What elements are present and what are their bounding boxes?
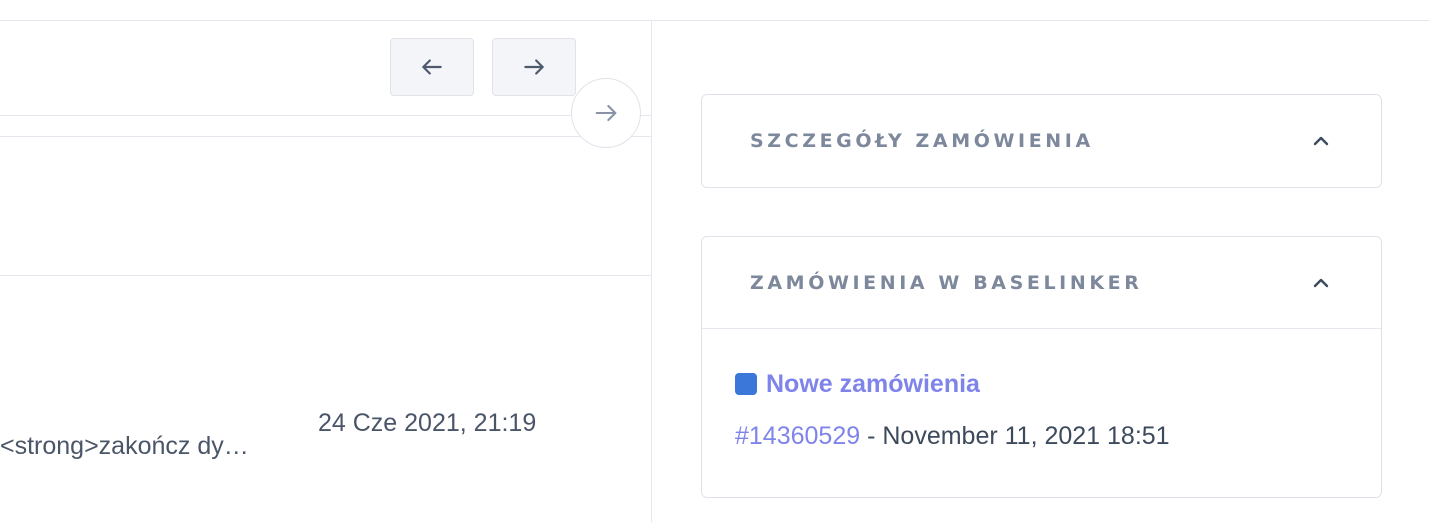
chevron-up-icon[interactable] <box>1311 134 1331 148</box>
order-status-link[interactable]: Nowe zamówienia <box>766 370 980 399</box>
chevron-up-icon[interactable] <box>1311 276 1331 290</box>
arrow-right-icon <box>595 104 617 122</box>
toolbar-bottom-border <box>0 115 651 116</box>
baselinker-orders-title: ZAMÓWIENIA W BASELINKER <box>750 271 1143 294</box>
next-button[interactable] <box>492 38 576 96</box>
baselinker-orders-header[interactable]: ZAMÓWIENIA W BASELINKER <box>702 237 1381 328</box>
table-header-bottom-border <box>0 275 651 276</box>
status-color-badge <box>735 373 757 395</box>
order-separator: - <box>860 422 883 450</box>
message-preview[interactable]: <strong>zakończ dy… <box>0 432 249 461</box>
table-header-top-border <box>0 136 651 137</box>
arrow-left-icon <box>422 59 442 75</box>
order-entry: #14360529 - November 11, 2021 18:51 <box>735 422 1348 451</box>
baselinker-orders-body: Nowe zamówienia #14360529 - November 11,… <box>702 328 1381 495</box>
order-details-header[interactable]: SZCZEGÓŁY ZAMÓWIENIA <box>702 95 1381 186</box>
baselinker-orders-card: ZAMÓWIENIA W BASELINKER Nowe zamówienia … <box>701 236 1382 498</box>
panel-divider <box>651 20 652 522</box>
order-date: November 11, 2021 18:51 <box>882 422 1170 450</box>
arrow-right-icon <box>524 59 544 75</box>
order-status-row: Nowe zamówienia <box>735 369 1348 399</box>
toggle-sidebar-button[interactable] <box>571 78 641 148</box>
order-details-card: SZCZEGÓŁY ZAMÓWIENIA <box>701 94 1382 188</box>
prev-button[interactable] <box>390 38 474 96</box>
order-details-title: SZCZEGÓŁY ZAMÓWIENIA <box>750 129 1094 152</box>
order-number-link[interactable]: #14360529 <box>735 422 860 450</box>
top-border <box>0 20 1430 21</box>
message-date: 24 Cze 2021, 21:19 <box>318 409 537 437</box>
